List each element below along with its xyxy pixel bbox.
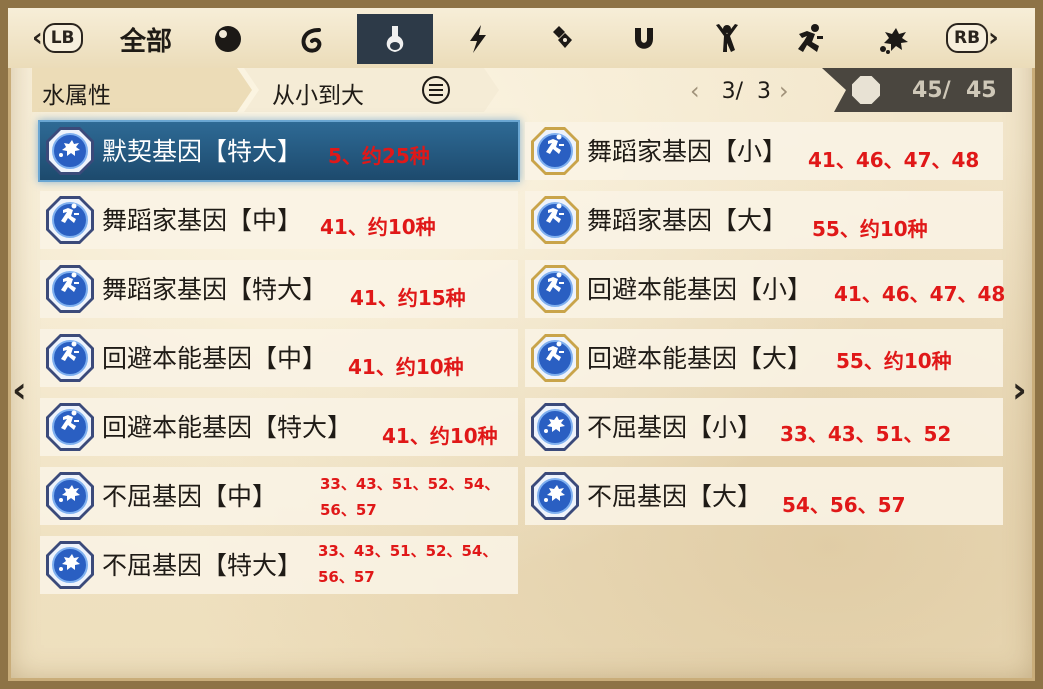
tab-lightning[interactable] xyxy=(440,14,516,64)
tab-magnet[interactable] xyxy=(606,14,682,64)
chevron-left-icon: ‹ xyxy=(32,23,43,53)
item-note: 54、56、57 xyxy=(782,493,906,517)
tab-running[interactable] xyxy=(772,14,848,64)
magnet-icon xyxy=(635,28,653,49)
page-current: 3/ xyxy=(721,78,744,104)
list-item[interactable]: 舞蹈家基因【中】 xyxy=(40,191,518,249)
tab-all-label: 全部 xyxy=(119,26,172,57)
item-note: 33、43、51、52 xyxy=(780,422,952,446)
item-name: 舞蹈家基因【大】 xyxy=(587,206,788,235)
next-page-icon[interactable]: › xyxy=(771,77,797,105)
item-note: 41、46、47、48 xyxy=(808,148,980,172)
item-name: 不屈基因【小】 xyxy=(587,413,763,442)
element-filter-label: 水属性 xyxy=(42,83,111,109)
rb-label: RB xyxy=(946,23,989,53)
item-name: 回避本能基因【中】 xyxy=(102,344,328,373)
tab-wind[interactable] xyxy=(274,14,350,64)
list-item[interactable]: 不屈基因【大】 xyxy=(525,467,1003,525)
item-note: 5、约25种 xyxy=(328,144,430,168)
item-count-box: 45/ 45 xyxy=(822,68,1012,112)
burst-icon xyxy=(880,28,908,54)
lb-button[interactable]: ‹ LB xyxy=(32,22,83,54)
item-name: 默契基因【特大】 xyxy=(102,137,303,166)
chevron-right-icon: › xyxy=(988,23,999,53)
running-man-icon xyxy=(44,401,96,453)
sort-order[interactable]: 从小到大 xyxy=(244,68,499,112)
item-name: 回避本能基因【大】 xyxy=(587,344,813,373)
dark-orb-icon xyxy=(215,26,241,52)
sort-order-label: 从小到大 xyxy=(272,83,364,109)
crystal-icon xyxy=(553,26,572,48)
lb-label: LB xyxy=(42,23,83,53)
item-note: 55、约10种 xyxy=(836,349,952,373)
page-left-arrow[interactable]: ‹ xyxy=(12,370,27,411)
item-count: 45/ 45 xyxy=(912,78,997,103)
item-note: 55、约10种 xyxy=(812,217,928,241)
item-name: 回避本能基因【小】 xyxy=(587,275,813,304)
item-note: 41、46、47、48 xyxy=(834,282,1006,306)
tab-burst[interactable] xyxy=(855,14,931,64)
rb-button[interactable]: RB › xyxy=(946,22,999,54)
burst-icon xyxy=(529,401,581,453)
list-item[interactable]: 舞蹈家基因【大】 xyxy=(525,191,1003,249)
hexagon-icon xyxy=(852,76,880,104)
item-note: 41、约10种 xyxy=(320,215,436,239)
burst-icon xyxy=(44,470,96,522)
burst-icon xyxy=(44,125,96,177)
tab-figure[interactable] xyxy=(689,14,765,64)
tab-crystal[interactable] xyxy=(523,14,599,64)
running-man-icon xyxy=(44,332,96,384)
page-indicator: ‹ 3/ 3 › xyxy=(682,76,797,106)
item-note: 33、43、51、52、54、56、57 xyxy=(318,542,498,586)
running-man-icon xyxy=(529,332,581,384)
item-name: 舞蹈家基因【中】 xyxy=(102,206,303,235)
burst-icon xyxy=(529,470,581,522)
item-name: 舞蹈家基因【小】 xyxy=(587,137,788,166)
item-name: 舞蹈家基因【特大】 xyxy=(102,275,328,304)
tab-dark[interactable] xyxy=(190,14,266,64)
tab-all[interactable]: 全部 xyxy=(108,14,184,64)
wind-swirl-icon xyxy=(301,28,322,53)
running-man-icon xyxy=(44,194,96,246)
item-note: 41、约10种 xyxy=(382,424,498,448)
item-note: 33、43、51、52、54、56、57 xyxy=(320,475,500,519)
sort-menu-button[interactable] xyxy=(422,76,450,104)
item-note: 41、约15种 xyxy=(350,286,466,310)
figure-icon xyxy=(716,24,738,52)
running-man-icon xyxy=(44,263,96,315)
running-man-icon xyxy=(529,125,581,177)
item-name: 不屈基因【特大】 xyxy=(102,551,303,580)
list-item[interactable]: 默契基因【特大】 xyxy=(40,122,518,180)
tab-water[interactable] xyxy=(357,14,433,64)
running-man-icon xyxy=(529,194,581,246)
burst-icon xyxy=(44,539,96,591)
filter-bar: 水属性 从小到大 ‹ 3/ 3 › 45/ 45 xyxy=(32,68,1012,112)
water-drop-icon xyxy=(386,26,404,52)
prev-page-icon[interactable]: ‹ xyxy=(682,77,708,105)
lightning-icon xyxy=(470,25,486,53)
element-filter[interactable]: 水属性 xyxy=(32,68,252,112)
running-man-icon xyxy=(798,24,823,52)
category-tab-bar: ‹ LB 全部 RB › xyxy=(8,8,1035,68)
running-man-icon xyxy=(529,263,581,315)
page-right-arrow[interactable]: › xyxy=(1012,370,1027,411)
item-name: 不屈基因【中】 xyxy=(102,482,278,511)
item-name: 不屈基因【大】 xyxy=(587,482,763,511)
page-total: 3 xyxy=(757,78,772,104)
item-name: 回避本能基因【特大】 xyxy=(102,413,353,442)
item-note: 41、约10种 xyxy=(348,355,464,379)
